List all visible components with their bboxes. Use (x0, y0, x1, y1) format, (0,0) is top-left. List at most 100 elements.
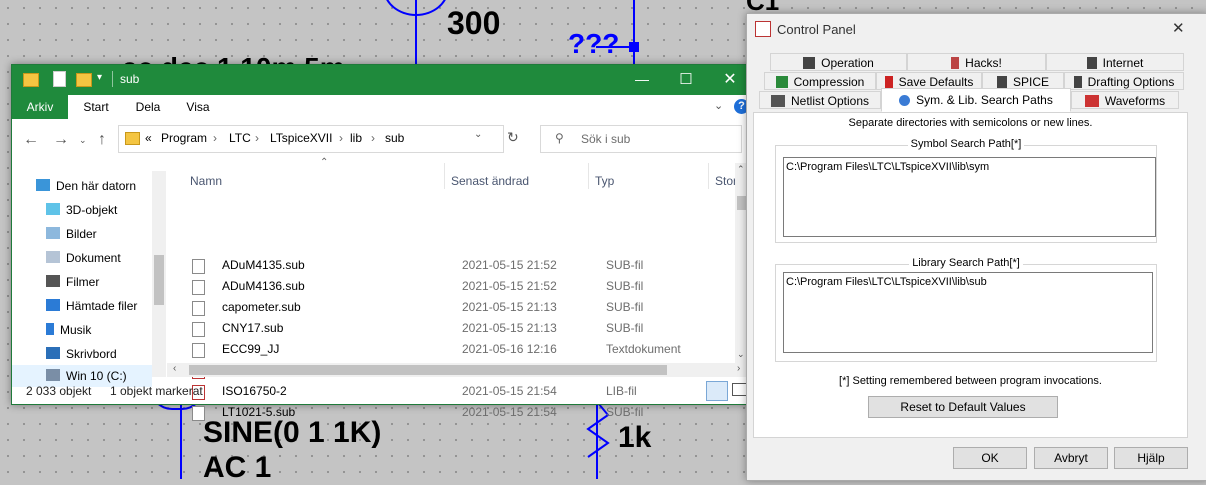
customize-quick-access-icon[interactable]: ▾ (97, 72, 102, 83)
tab-label: Save Defaults (898, 75, 974, 89)
file-name: ECC99_JJ (222, 342, 280, 356)
nav-item-this-pc[interactable]: Den här datorn (36, 175, 136, 197)
nav-item-pictures[interactable]: Bilder (46, 223, 97, 245)
recent-dropdown-icon[interactable]: ⌄ (79, 135, 87, 146)
address-dropdown-icon[interactable]: ⌄ (474, 129, 482, 140)
item-count: 2 033 objekt (26, 384, 92, 398)
tab-label: Hacks! (965, 56, 1002, 70)
unknown-label: ??? (568, 28, 620, 59)
file-row[interactable]: CNY17.sub 2021-05-15 21:13 SUB-fil (182, 318, 742, 339)
breadcrumb-overflow[interactable]: « (145, 131, 152, 145)
search-placeholder: Sök i sub (581, 132, 631, 146)
nav-label: Dokument (66, 251, 121, 265)
forward-arrow-icon[interactable]: → (53, 131, 69, 149)
file-row[interactable]: LT1021-5.sub 2021-05-15 21:54 SUB-fil (182, 402, 742, 423)
help-button[interactable]: Hjälp (1114, 447, 1188, 469)
nav-label: Filmer (66, 275, 100, 289)
file-row[interactable]: ADuM4135.sub 2021-05-15 21:52 SUB-fil (182, 255, 742, 276)
file-row[interactable]: capometer.sub 2021-05-15 21:13 SUB-fil (182, 297, 742, 318)
ok-button[interactable]: OK (953, 447, 1027, 469)
ltspice-icon (755, 21, 771, 37)
tab-arkiv[interactable]: Arkiv (15, 95, 65, 119)
drafting-icon (1073, 76, 1082, 88)
tab-label: Netlist Options (790, 94, 870, 108)
file-row[interactable]: ECC99_JJ 2021-05-16 12:16 Textdokument (182, 339, 742, 360)
close-button[interactable]: ✕ (716, 67, 744, 93)
cancel-button[interactable]: Avbryt (1034, 447, 1108, 469)
scroll-left-icon[interactable]: ‹ (173, 363, 176, 374)
status-bar: 2 033 objekt 1 objekt markerat (12, 377, 754, 404)
symbol-path-field[interactable]: C:\Program Files\LTC\LTspiceXVII\lib\sym (783, 157, 1156, 237)
search-input[interactable]: ⚲ Sök i sub (540, 125, 742, 153)
file-list-hscroll[interactable] (182, 427, 734, 441)
nav-item-downloads[interactable]: Hämtade filer (46, 295, 137, 317)
up-arrow-icon[interactable]: ↑ (98, 131, 106, 149)
scroll-down-icon[interactable]: ⌄ (737, 349, 745, 360)
scroll-right-icon[interactable]: › (737, 363, 740, 374)
compression-icon (775, 76, 788, 88)
nav-label: Hämtade filer (66, 299, 138, 313)
file-row[interactable]: ADuM4136.sub 2021-05-15 21:52 SUB-fil (182, 276, 742, 297)
address-box[interactable]: « Program › LTC › LTspiceXVII › lib › su… (118, 125, 519, 153)
tab-start[interactable]: Start (72, 95, 120, 119)
breadcrumb-ltspice[interactable]: LTspiceXVII (270, 131, 332, 145)
breadcrumb-lib[interactable]: lib (350, 131, 362, 145)
tab-label: Compression (793, 75, 865, 89)
maximize-button[interactable]: ☐ (672, 67, 700, 93)
library-path-field[interactable]: C:\Program Files\LTC\LTspiceXVII\lib\sub (783, 272, 1153, 353)
column-separator (588, 163, 589, 189)
column-date[interactable]: Senast ändrad (451, 169, 529, 193)
tab-dela[interactable]: Dela (126, 95, 170, 119)
tab-label: Operation (821, 56, 874, 70)
tab-waveforms[interactable]: Waveforms (1071, 91, 1179, 109)
large-icons-view-icon[interactable] (732, 383, 747, 396)
ribbon-bg (68, 95, 754, 119)
tab-internet[interactable]: Internet (1046, 53, 1184, 71)
tab-search-paths[interactable]: Sym. & Lib. Search Paths (881, 88, 1071, 112)
nav-item-documents[interactable]: Dokument (46, 247, 121, 269)
tab-label: Internet (1102, 56, 1144, 70)
column-name[interactable]: Namn (190, 169, 222, 193)
magnifier-icon (899, 95, 911, 106)
file-icon (192, 406, 205, 421)
search-paths-panel: Separate directories with semicolons or … (753, 112, 1188, 438)
file-list: ⌃ Namn Senast ändrad Typ Stor ADuM4135.s… (182, 157, 749, 421)
expand-ribbon-icon[interactable]: ⌄ (714, 99, 723, 112)
nav-scroll-thumb[interactable] (154, 255, 164, 305)
horizontal-scrollbar[interactable]: ‹ › (167, 363, 752, 377)
nav-item-music[interactable]: Musik (46, 319, 91, 341)
scroll-up-icon[interactable]: ⌃ (737, 164, 745, 175)
film-icon (46, 275, 60, 287)
column-type[interactable]: Typ (595, 169, 614, 193)
properties-icon[interactable] (53, 71, 66, 87)
hscroll-thumb[interactable] (189, 365, 667, 375)
nav-item-videos[interactable]: Filmer (46, 271, 99, 293)
grid-icon (770, 95, 785, 107)
details-view-icon[interactable] (706, 381, 728, 401)
breadcrumb-program[interactable]: Program (161, 131, 207, 145)
tab-operation[interactable]: Operation (770, 53, 907, 71)
tab-hacks[interactable]: Hacks! (907, 53, 1046, 71)
file-name: capometer.sub (222, 300, 301, 314)
file-type: SUB-fil (606, 300, 644, 314)
reset-defaults-button[interactable]: Reset to Default Values (868, 396, 1058, 418)
symbol-path-group: Symbol Search Path[*] C:\Program Files\L… (775, 138, 1157, 243)
refresh-icon[interactable]: ↻ (507, 129, 519, 146)
symbol-path-label: Symbol Search Path[*] (907, 138, 1025, 150)
breadcrumb-ltc[interactable]: LTC (229, 131, 251, 145)
sort-ascending-icon: ⌃ (320, 157, 329, 168)
breadcrumb-sub[interactable]: sub (385, 131, 404, 145)
back-arrow-icon[interactable]: ← (23, 131, 39, 149)
tab-visa[interactable]: Visa (178, 95, 218, 119)
tab-netlist-options[interactable]: Netlist Options (759, 91, 881, 109)
tab-drafting-options[interactable]: Drafting Options (1064, 72, 1184, 90)
nav-item-desktop[interactable]: Skrivbord (46, 343, 117, 365)
close-button[interactable]: ✕ (1172, 19, 1185, 37)
nav-scrollbar[interactable] (152, 171, 166, 377)
group-title: Symbol Search Path[*] (776, 138, 1156, 150)
tab-compression[interactable]: Compression (764, 72, 876, 90)
minimize-button[interactable]: — (628, 67, 656, 93)
new-folder-icon[interactable] (76, 73, 92, 87)
column-size[interactable]: Stor (715, 169, 737, 193)
nav-item-3d[interactable]: 3D-objekt (46, 199, 117, 221)
